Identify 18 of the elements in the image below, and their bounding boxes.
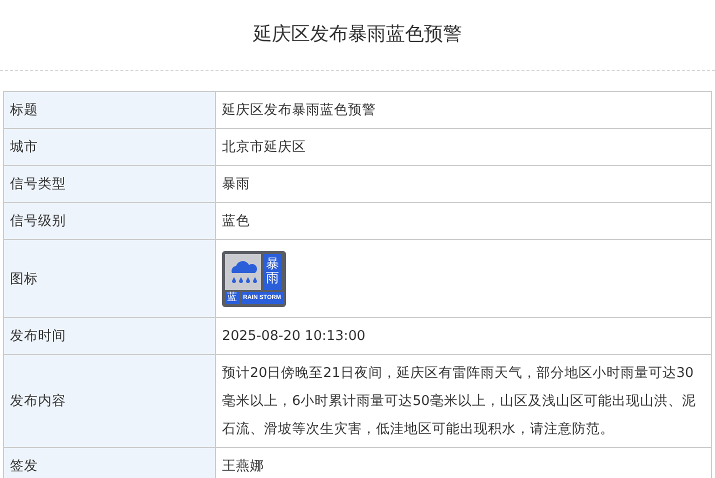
field-label: 发布时间 [10, 327, 66, 346]
sign-name: 暴雨 [263, 254, 282, 290]
field-label: 签发 [10, 457, 38, 476]
field-label: 信号级别 [10, 212, 66, 231]
sign-level: 蓝 [225, 292, 239, 304]
field-label: 标题 [10, 101, 38, 120]
field-value: 暴雨 [222, 175, 250, 194]
field-label: 信号类型 [10, 175, 66, 194]
field-label: 图标 [10, 270, 38, 288]
field-value: 王燕娜 [222, 457, 264, 476]
field-value: 北京市延庆区 [222, 138, 306, 157]
field-value: 2025-08-20 10:13:00 [222, 327, 366, 346]
field-label: 发布内容 [10, 392, 66, 411]
field-value: 延庆区发布暴雨蓝色预警 [222, 101, 376, 120]
page-title: 延庆区发布暴雨蓝色预警 [253, 22, 462, 47]
field-value: 蓝色 [222, 212, 250, 231]
field-label: 城市 [10, 138, 38, 157]
field-value: 预计20日傍晚至21日夜间，延庆区有雷阵雨天气，部分地区小时雨量可达30毫米以上，6小时累计雨量可达50毫米以上，山区及浅山区可能出现山洪、泥石流、滑坡等次生灾害，低洼地区可能出现积水，请注意防范。 [222, 364, 697, 439]
